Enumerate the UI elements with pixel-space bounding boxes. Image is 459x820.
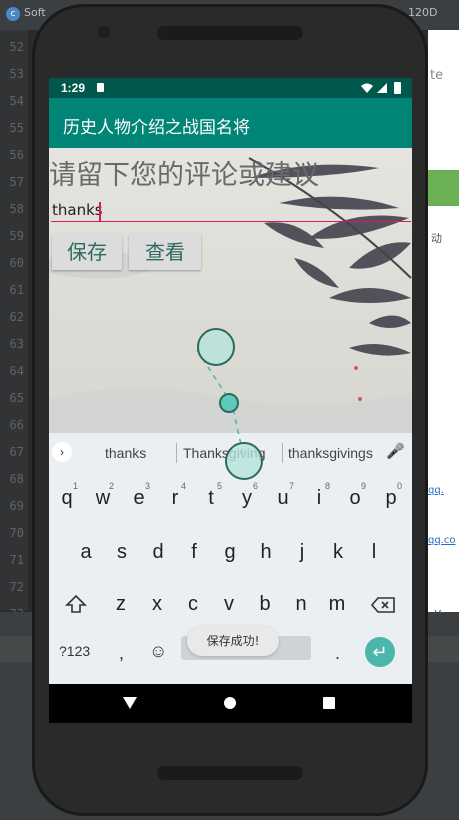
ide-tab[interactable]: Soft [24,6,46,19]
ide-right-label: te [430,68,444,83]
line-number: 65 [9,391,24,405]
ide-right-label: 动 [431,232,442,245]
touch-point [197,328,235,366]
line-number: 67 [9,445,24,459]
line-number: 61 [9,283,24,297]
bottom-speaker [157,766,303,780]
line-number: 60 [9,256,24,270]
line-number-gutter: 52 53 54 55 56 57 58 59 60 61 62 63 64 65 66 67 68 69 70 71… [0,30,28,621]
line-number: 54 [9,94,24,108]
line-number: 66 [9,418,24,432]
line-number: 63 [9,337,24,351]
ide-tab-right[interactable]: 120D [408,6,437,19]
line-number: 57 [9,175,24,189]
line-number: 69 [9,499,24,513]
android-studio-icon: c [6,7,20,21]
line-number: 71 [9,553,24,567]
line-number: 52 [9,40,24,54]
line-number: 72 [9,580,24,594]
ide-green-bar [428,170,459,206]
line-number: 56 [9,148,24,162]
line-number: 59 [9,229,24,243]
emulator-frame: 1:29 历史人物介绍之战国名将 请留下您的评论或建议 thanks 保存 查看… [32,4,428,816]
line-number: 70 [9,526,24,540]
line-number: 68 [9,472,24,486]
line-number: 58 [9,202,24,216]
line-number: 62 [9,310,24,324]
ide-link[interactable]: qq.co [428,535,456,546]
line-number: 64 [9,364,24,378]
line-number: 55 [9,121,24,135]
ide-link[interactable]: qq. [428,485,444,496]
front-camera [98,26,110,38]
line-number: 53 [9,67,24,81]
ide-right-panel: te 动 qq. qq.co ¥ [428,30,459,630]
touch-point [219,393,239,413]
touch-point [225,442,263,480]
device-screen: 1:29 历史人物介绍之战国名将 请留下您的评论或建议 thanks 保存 查看… [49,78,412,723]
top-speaker [157,26,303,40]
